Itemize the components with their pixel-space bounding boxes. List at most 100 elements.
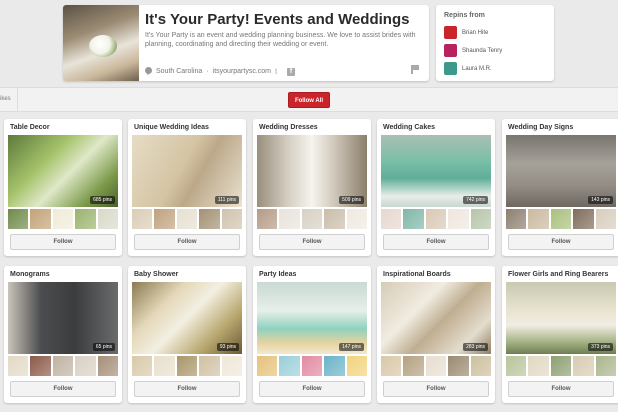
board-thumbnail[interactable] [381, 356, 402, 376]
likes-tab[interactable]: ikes [0, 96, 11, 102]
board-title[interactable]: Inspirational Boards [383, 271, 451, 278]
board-thumbnail[interactable] [154, 209, 175, 229]
board-thumbnail[interactable] [279, 356, 300, 376]
board-card[interactable]: Baby Shower 93 pins Follow [128, 266, 246, 403]
board-thumbnail[interactable] [30, 209, 51, 229]
board-title[interactable]: Wedding Day Signs [508, 124, 573, 131]
board-thumbnail[interactable] [257, 356, 278, 376]
profile-avatar[interactable] [63, 5, 139, 81]
board-card[interactable]: Wedding Cakes 742 pins Follow [377, 119, 495, 256]
board-thumbnail[interactable] [573, 356, 594, 376]
board-thumbnail[interactable] [595, 356, 617, 376]
board-thumbnail[interactable] [550, 209, 572, 229]
board-thumbnail[interactable] [324, 356, 345, 376]
board-title[interactable]: Party Ideas [259, 271, 296, 278]
board-cover-image[interactable]: 93 pins [132, 282, 242, 354]
board-thumbnail[interactable] [403, 209, 424, 229]
board-thumbnail[interactable] [52, 209, 74, 229]
follow-board-button[interactable]: Follow [508, 381, 614, 397]
board-thumbnail[interactable] [301, 356, 323, 376]
board-thumbnail[interactable] [425, 209, 447, 229]
board-thumbnail[interactable] [506, 209, 527, 229]
board-cover-image[interactable]: 111 pins [132, 135, 242, 207]
board-card[interactable]: Wedding Day Signs 143 pins Follow [502, 119, 618, 256]
follow-board-button[interactable]: Follow [383, 381, 489, 397]
board-thumbnail[interactable] [176, 356, 198, 376]
board-cover-image[interactable]: 509 pins [257, 135, 367, 207]
board-title[interactable]: Flower Girls and Ring Bearers [508, 271, 608, 278]
twitter-icon[interactable]: t [275, 68, 283, 76]
board-thumbnail[interactable] [221, 209, 243, 229]
board-thumbnail[interactable] [470, 209, 492, 229]
report-flag-icon[interactable] [411, 65, 419, 74]
board-cover-image[interactable]: 283 pins [381, 282, 491, 354]
board-thumbnail[interactable] [550, 356, 572, 376]
board-cover-image[interactable]: 143 pins [506, 135, 616, 207]
board-title[interactable]: Wedding Dresses [259, 124, 318, 131]
board-thumbnail[interactable] [257, 209, 278, 229]
board-thumbnail[interactable] [528, 356, 549, 376]
board-card[interactable]: Unique Wedding Ideas 111 pins Follow [128, 119, 246, 256]
board-title[interactable]: Monograms [10, 271, 50, 278]
board-thumbnail[interactable] [176, 209, 198, 229]
board-thumbnail[interactable] [97, 356, 119, 376]
board-card[interactable]: Flower Girls and Ring Bearers 373 pins Fol… [502, 266, 618, 403]
board-thumbnail[interactable] [381, 209, 402, 229]
board-thumbnail[interactable] [75, 356, 96, 376]
board-thumbnail[interactable] [403, 356, 424, 376]
board-card[interactable]: Party Ideas 147 pins Follow [253, 266, 371, 403]
board-thumbnail[interactable] [30, 356, 51, 376]
follow-board-button[interactable]: Follow [134, 234, 240, 250]
repin-user[interactable]: Shaunda Tenry [444, 44, 502, 57]
board-thumbnail[interactable] [132, 356, 153, 376]
board-thumbnail[interactable] [301, 209, 323, 229]
board-cover-image[interactable]: 742 pins [381, 135, 491, 207]
board-thumbnail[interactable] [573, 209, 594, 229]
board-thumbnail[interactable] [279, 209, 300, 229]
board-thumbnail[interactable] [506, 356, 527, 376]
board-cover-image[interactable]: 373 pins [506, 282, 616, 354]
board-cover-image[interactable]: 685 pins [8, 135, 118, 207]
board-cover-image[interactable]: 65 pins [8, 282, 118, 354]
follow-board-button[interactable]: Follow [259, 381, 365, 397]
board-thumbnail[interactable] [448, 209, 469, 229]
board-thumbnail[interactable] [199, 209, 220, 229]
repin-user[interactable]: Brian Hite [444, 26, 488, 39]
board-thumbnail[interactable] [346, 356, 368, 376]
board-card[interactable]: Inspirational Boards 283 pins Follow [377, 266, 495, 403]
board-thumbnail[interactable] [324, 209, 345, 229]
facebook-icon[interactable]: f [287, 67, 296, 76]
follow-all-button[interactable]: Follow All [288, 92, 330, 108]
follow-board-button[interactable]: Follow [383, 234, 489, 250]
board-thumbnail[interactable] [8, 209, 29, 229]
board-card[interactable]: Table Decor 685 pins Follow [4, 119, 122, 256]
board-thumbnail[interactable] [132, 209, 153, 229]
board-title[interactable]: Wedding Cakes [383, 124, 435, 131]
board-thumbnail[interactable] [470, 356, 492, 376]
board-thumbnail[interactable] [52, 356, 74, 376]
repin-user[interactable]: Laura M.R. [444, 62, 492, 75]
board-card[interactable]: Wedding Dresses 509 pins Follow [253, 119, 371, 256]
follow-board-button[interactable]: Follow [508, 234, 614, 250]
board-thumbnail[interactable] [448, 356, 469, 376]
board-card[interactable]: Monograms 65 pins Follow [4, 266, 122, 403]
profile-website-link[interactable]: itsyourpartysc.com [213, 68, 271, 75]
board-thumbnail[interactable] [97, 209, 119, 229]
board-title[interactable]: Baby Shower [134, 271, 178, 278]
board-thumbnail[interactable] [595, 209, 617, 229]
board-cover-image[interactable]: 147 pins [257, 282, 367, 354]
follow-board-button[interactable]: Follow [259, 234, 365, 250]
board-thumbnail[interactable] [221, 356, 243, 376]
board-title[interactable]: Unique Wedding Ideas [134, 124, 209, 131]
follow-board-button[interactable]: Follow [10, 381, 116, 397]
board-thumbnail[interactable] [528, 209, 549, 229]
board-title[interactable]: Table Decor [10, 124, 50, 131]
board-thumbnail[interactable] [154, 356, 175, 376]
board-thumbnail[interactable] [346, 209, 368, 229]
board-thumbnail[interactable] [8, 356, 29, 376]
board-thumbnail[interactable] [75, 209, 96, 229]
board-thumbnail[interactable] [425, 356, 447, 376]
follow-board-button[interactable]: Follow [10, 234, 116, 250]
board-thumbnail[interactable] [199, 356, 220, 376]
follow-board-button[interactable]: Follow [134, 381, 240, 397]
